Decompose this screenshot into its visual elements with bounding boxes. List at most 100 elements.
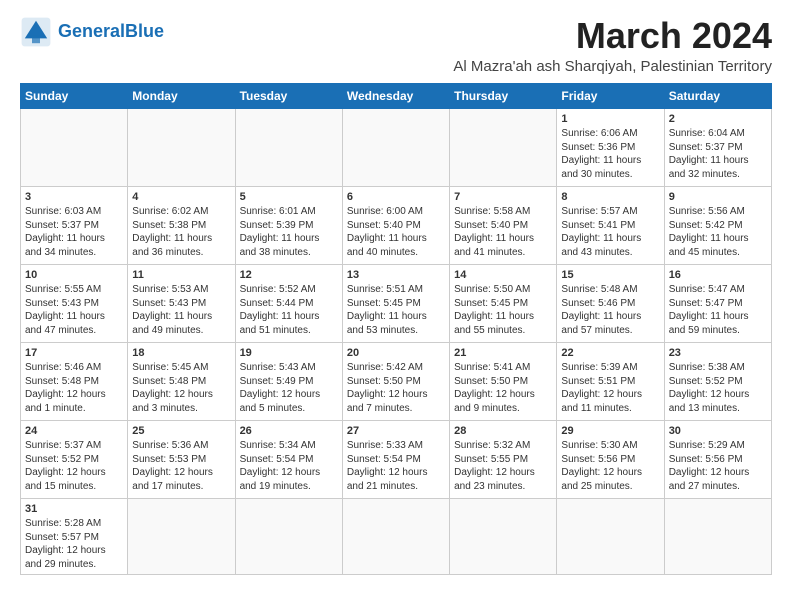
day-number: 14: [454, 268, 552, 283]
day-info: Sunrise: 5:45 AM Sunset: 5:48 PM Dayligh…: [132, 362, 213, 414]
day-info: Sunrise: 5:43 AM Sunset: 5:49 PM Dayligh…: [240, 362, 321, 414]
day-number: 1: [561, 112, 659, 127]
day-number: 27: [347, 424, 445, 439]
logo-icon: [20, 16, 52, 48]
day-number: 26: [240, 424, 338, 439]
day-info: Sunrise: 5:56 AM Sunset: 5:42 PM Dayligh…: [669, 206, 749, 258]
week-row-0: 1Sunrise: 6:06 AM Sunset: 5:36 PM Daylig…: [21, 108, 772, 186]
day-info: Sunrise: 5:34 AM Sunset: 5:54 PM Dayligh…: [240, 440, 321, 492]
header-cell-saturday: Saturday: [664, 83, 771, 108]
header-cell-friday: Friday: [557, 83, 664, 108]
day-info: Sunrise: 5:37 AM Sunset: 5:52 PM Dayligh…: [25, 440, 106, 492]
day-cell: 17Sunrise: 5:46 AM Sunset: 5:48 PM Dayli…: [21, 342, 128, 420]
day-info: Sunrise: 5:32 AM Sunset: 5:55 PM Dayligh…: [454, 440, 535, 492]
day-number: 8: [561, 190, 659, 205]
day-info: Sunrise: 5:48 AM Sunset: 5:46 PM Dayligh…: [561, 284, 641, 336]
day-info: Sunrise: 5:39 AM Sunset: 5:51 PM Dayligh…: [561, 362, 642, 414]
header-cell-wednesday: Wednesday: [342, 83, 449, 108]
day-cell: 9Sunrise: 5:56 AM Sunset: 5:42 PM Daylig…: [664, 186, 771, 264]
day-cell: 2Sunrise: 6:04 AM Sunset: 5:37 PM Daylig…: [664, 108, 771, 186]
week-row-4: 24Sunrise: 5:37 AM Sunset: 5:52 PM Dayli…: [21, 420, 772, 498]
day-number: 11: [132, 268, 230, 283]
day-cell: 16Sunrise: 5:47 AM Sunset: 5:47 PM Dayli…: [664, 264, 771, 342]
day-number: 5: [240, 190, 338, 205]
title-area: March 2024 Al Mazra'ah ash Sharqiyah, Pa…: [453, 16, 772, 75]
day-info: Sunrise: 5:58 AM Sunset: 5:40 PM Dayligh…: [454, 206, 534, 258]
day-number: 21: [454, 346, 552, 361]
header-cell-sunday: Sunday: [21, 83, 128, 108]
week-row-1: 3Sunrise: 6:03 AM Sunset: 5:37 PM Daylig…: [21, 186, 772, 264]
day-number: 24: [25, 424, 123, 439]
day-cell: [235, 498, 342, 575]
day-info: Sunrise: 5:53 AM Sunset: 5:43 PM Dayligh…: [132, 284, 212, 336]
header-cell-tuesday: Tuesday: [235, 83, 342, 108]
day-number: 16: [669, 268, 767, 283]
day-info: Sunrise: 5:36 AM Sunset: 5:53 PM Dayligh…: [132, 440, 213, 492]
logo-blue: Blue: [125, 21, 164, 41]
day-number: 18: [132, 346, 230, 361]
day-cell: 6Sunrise: 6:00 AM Sunset: 5:40 PM Daylig…: [342, 186, 449, 264]
day-cell: [128, 498, 235, 575]
logo-text: GeneralBlue: [58, 22, 164, 42]
day-info: Sunrise: 5:46 AM Sunset: 5:48 PM Dayligh…: [25, 362, 106, 414]
day-info: Sunrise: 5:30 AM Sunset: 5:56 PM Dayligh…: [561, 440, 642, 492]
day-cell: 3Sunrise: 6:03 AM Sunset: 5:37 PM Daylig…: [21, 186, 128, 264]
day-number: 10: [25, 268, 123, 283]
day-number: 3: [25, 190, 123, 205]
week-row-5: 31Sunrise: 5:28 AM Sunset: 5:57 PM Dayli…: [21, 498, 772, 575]
day-cell: [450, 498, 557, 575]
day-number: 25: [132, 424, 230, 439]
day-cell: 14Sunrise: 5:50 AM Sunset: 5:45 PM Dayli…: [450, 264, 557, 342]
day-info: Sunrise: 5:33 AM Sunset: 5:54 PM Dayligh…: [347, 440, 428, 492]
day-info: Sunrise: 6:02 AM Sunset: 5:38 PM Dayligh…: [132, 206, 212, 258]
header-cell-thursday: Thursday: [450, 83, 557, 108]
calendar-header-row: SundayMondayTuesdayWednesdayThursdayFrid…: [21, 83, 772, 108]
day-number: 17: [25, 346, 123, 361]
header-cell-monday: Monday: [128, 83, 235, 108]
day-cell: 25Sunrise: 5:36 AM Sunset: 5:53 PM Dayli…: [128, 420, 235, 498]
day-info: Sunrise: 5:28 AM Sunset: 5:57 PM Dayligh…: [25, 518, 106, 570]
day-cell: 11Sunrise: 5:53 AM Sunset: 5:43 PM Dayli…: [128, 264, 235, 342]
day-number: 28: [454, 424, 552, 439]
day-number: 20: [347, 346, 445, 361]
subtitle: Al Mazra'ah ash Sharqiyah, Palestinian T…: [453, 58, 772, 75]
day-number: 31: [25, 502, 123, 517]
day-cell: 10Sunrise: 5:55 AM Sunset: 5:43 PM Dayli…: [21, 264, 128, 342]
day-cell: 21Sunrise: 5:41 AM Sunset: 5:50 PM Dayli…: [450, 342, 557, 420]
day-cell: 24Sunrise: 5:37 AM Sunset: 5:52 PM Dayli…: [21, 420, 128, 498]
logo-area: GeneralBlue: [20, 16, 164, 48]
main-title: March 2024: [453, 16, 772, 56]
page: GeneralBlue March 2024 Al Mazra'ah ash S…: [0, 0, 792, 585]
day-info: Sunrise: 5:29 AM Sunset: 5:56 PM Dayligh…: [669, 440, 750, 492]
day-cell: 22Sunrise: 5:39 AM Sunset: 5:51 PM Dayli…: [557, 342, 664, 420]
week-row-3: 17Sunrise: 5:46 AM Sunset: 5:48 PM Dayli…: [21, 342, 772, 420]
day-number: 12: [240, 268, 338, 283]
logo-general: General: [58, 21, 125, 41]
day-info: Sunrise: 5:55 AM Sunset: 5:43 PM Dayligh…: [25, 284, 105, 336]
day-number: 6: [347, 190, 445, 205]
day-info: Sunrise: 6:03 AM Sunset: 5:37 PM Dayligh…: [25, 206, 105, 258]
day-info: Sunrise: 5:52 AM Sunset: 5:44 PM Dayligh…: [240, 284, 320, 336]
day-info: Sunrise: 5:47 AM Sunset: 5:47 PM Dayligh…: [669, 284, 749, 336]
day-cell: 18Sunrise: 5:45 AM Sunset: 5:48 PM Dayli…: [128, 342, 235, 420]
day-cell: 8Sunrise: 5:57 AM Sunset: 5:41 PM Daylig…: [557, 186, 664, 264]
day-cell: [128, 108, 235, 186]
day-info: Sunrise: 5:57 AM Sunset: 5:41 PM Dayligh…: [561, 206, 641, 258]
day-info: Sunrise: 5:51 AM Sunset: 5:45 PM Dayligh…: [347, 284, 427, 336]
day-cell: [664, 498, 771, 575]
day-cell: 20Sunrise: 5:42 AM Sunset: 5:50 PM Dayli…: [342, 342, 449, 420]
day-number: 22: [561, 346, 659, 361]
day-info: Sunrise: 6:00 AM Sunset: 5:40 PM Dayligh…: [347, 206, 427, 258]
day-number: 23: [669, 346, 767, 361]
day-cell: 28Sunrise: 5:32 AM Sunset: 5:55 PM Dayli…: [450, 420, 557, 498]
day-cell: 5Sunrise: 6:01 AM Sunset: 5:39 PM Daylig…: [235, 186, 342, 264]
day-cell: 31Sunrise: 5:28 AM Sunset: 5:57 PM Dayli…: [21, 498, 128, 575]
day-cell: [235, 108, 342, 186]
day-number: 19: [240, 346, 338, 361]
day-cell: [450, 108, 557, 186]
week-row-2: 10Sunrise: 5:55 AM Sunset: 5:43 PM Dayli…: [21, 264, 772, 342]
day-cell: 12Sunrise: 5:52 AM Sunset: 5:44 PM Dayli…: [235, 264, 342, 342]
day-cell: 30Sunrise: 5:29 AM Sunset: 5:56 PM Dayli…: [664, 420, 771, 498]
day-number: 9: [669, 190, 767, 205]
day-number: 29: [561, 424, 659, 439]
